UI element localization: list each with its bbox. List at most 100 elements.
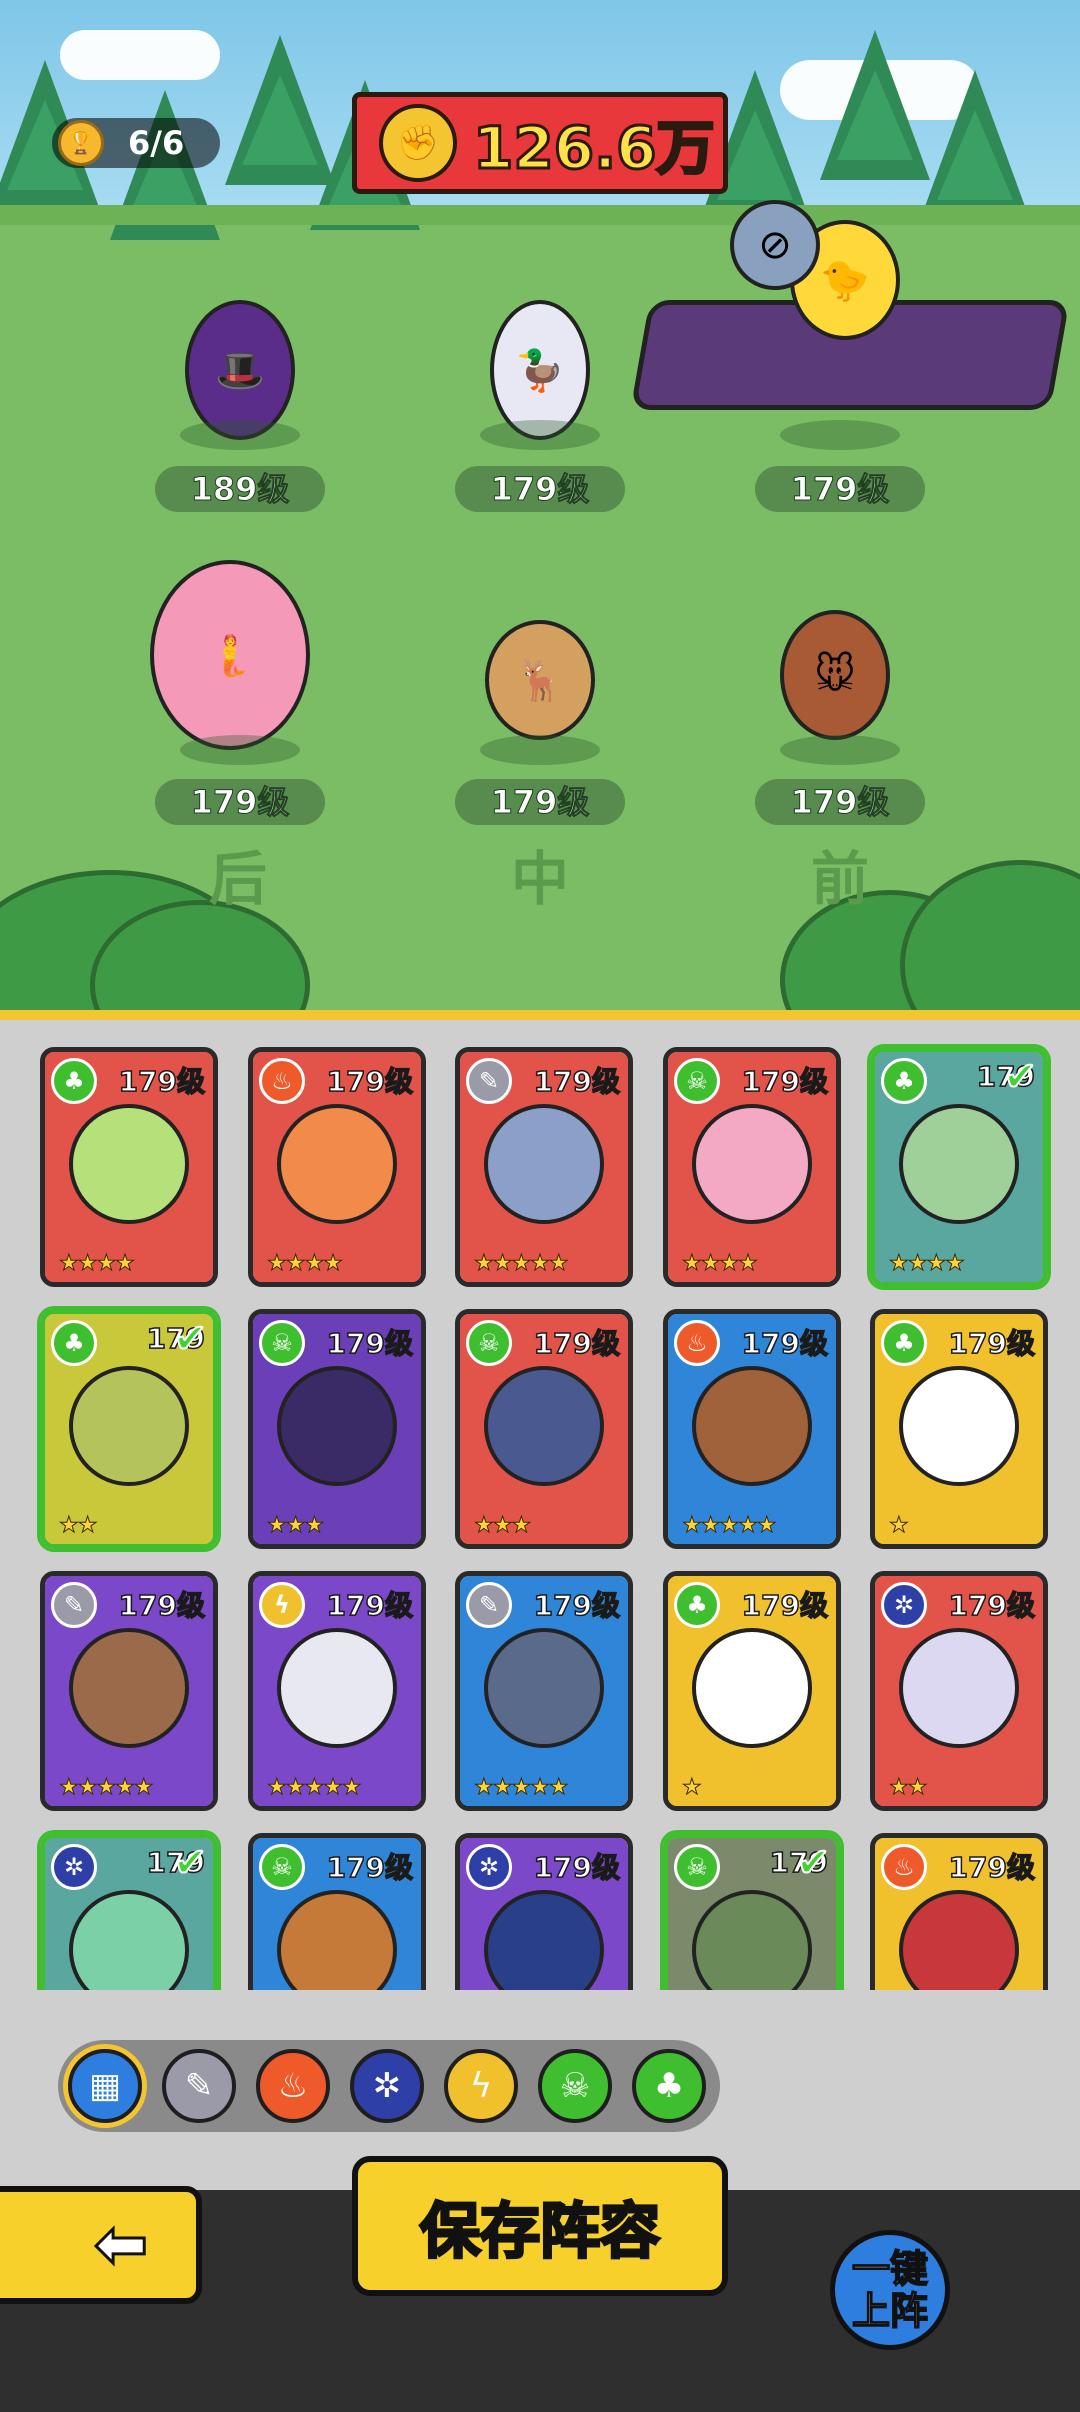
back-button[interactable]: ⬅ — [0, 2186, 202, 2304]
filter-ice-button[interactable]: ✲ — [350, 2049, 424, 2123]
hero-deer-candy[interactable]: 🦌 — [485, 620, 595, 740]
selected-check-icon: ✔ — [1002, 1053, 1037, 1101]
slot-shadow — [780, 735, 900, 765]
star-rating: ★★★★ — [889, 1251, 966, 1277]
slot-shadow — [180, 420, 300, 450]
hero-plague-doctor[interactable]: 🎩 — [185, 300, 295, 440]
hero-card[interactable]: ✎ 179级 ★★★★★ — [40, 1571, 218, 1811]
star-rating: ★★★★★ — [267, 1775, 363, 1801]
hero-card[interactable]: ✲ 179级 ★★ — [870, 1571, 1048, 1811]
back-arrow-icon: ⬅ — [93, 2207, 150, 2284]
hero-card[interactable]: ♨ 179级 ★★★★★ — [663, 1309, 841, 1549]
hero-card[interactable]: ϟ 179级 ★★★★★ — [248, 1571, 426, 1811]
hero-level: 179级 — [326, 1326, 414, 1361]
hero-portrait — [69, 1104, 189, 1224]
filter-blade-button[interactable]: ✎ — [162, 2049, 236, 2123]
shield-icon: ⊘ — [730, 200, 820, 290]
hero-portrait — [484, 1628, 604, 1748]
element-filter-bar: ▦ ✎ ♨ ✲ ϟ ☠ ♣ — [58, 2040, 720, 2132]
filter-lightning-button[interactable]: ϟ — [444, 2049, 518, 2123]
nature-element-icon: ♣ — [881, 1320, 927, 1366]
star-rating: ★★ — [58, 1513, 97, 1539]
slot-shadow — [780, 420, 900, 450]
slot-level: 179级 — [755, 779, 925, 825]
tree — [920, 70, 1030, 220]
ice-element-icon: ✲ — [51, 1844, 97, 1890]
hero-portrait — [899, 1366, 1019, 1486]
filter-all-button[interactable]: ▦ — [68, 2049, 142, 2123]
slot-level: 179级 — [455, 779, 625, 825]
hero-card[interactable]: ✎ 179级 ★★★★★ — [455, 1571, 633, 1811]
star-rating: ★★★★★ — [474, 1775, 570, 1801]
filter-poison-button[interactable]: ☠ — [538, 2049, 612, 2123]
nature-icon: ♣ — [653, 2066, 685, 2106]
fire-element-icon: ♨ — [259, 1058, 305, 1104]
hero-grid[interactable]: ♣ 179级 ★★★★ ♨ 179级 ★★★★ ✎ 179级 ★★★★★ ☠ 179级 ★★★★ ♣ 17… — [0, 1015, 1080, 1990]
ice-icon: ✲ — [372, 2066, 402, 2106]
all-icon: ▦ — [88, 2066, 122, 2106]
filter-fire-button[interactable]: ♨ — [256, 2049, 330, 2123]
row-label-middle: 中 — [510, 845, 569, 913]
hero-card[interactable]: ♣ 179级 ★ — [663, 1571, 841, 1811]
hero-card[interactable]: ✲ 179级 — [455, 1833, 633, 1990]
hero-card[interactable]: ♣ 179 ★★★★ ✔ — [870, 1047, 1048, 1287]
slot-level: 189级 — [155, 466, 325, 512]
hero-card[interactable]: ✲ 179 ✔ — [40, 1833, 218, 1990]
auto-deploy-label: 一键 上阵 — [851, 2247, 929, 2333]
selected-check-icon: ✔ — [172, 1839, 207, 1887]
bush — [900, 860, 1080, 1015]
power-banner: ✊ 126.6万 — [352, 92, 728, 194]
fire-element-icon: ♨ — [881, 1844, 927, 1890]
hero-level: 179级 — [741, 1064, 829, 1099]
hero-card[interactable]: ☠ 179级 ★★★ — [455, 1309, 633, 1549]
nature-element-icon: ♣ — [881, 1058, 927, 1104]
hero-card[interactable]: ♣ 179 ★★ ✔ — [40, 1309, 218, 1549]
star-rating: ★★★★ — [267, 1251, 344, 1277]
star-rating: ★★★★★ — [682, 1513, 778, 1539]
poison-element-icon: ☠ — [674, 1058, 720, 1104]
hero-portrait — [277, 1104, 397, 1224]
poison-element-icon: ☠ — [674, 1844, 720, 1890]
save-lineup-button[interactable]: 保存阵容 — [352, 2156, 728, 2296]
battlefield: 🎩 189级 🦆 179级 🐤 ⊘ 179级 🧜 179级 🦌 179级 🐭 1… — [0, 0, 1080, 1015]
hero-card[interactable]: ☠ 179 ✔ — [663, 1833, 841, 1990]
hero-portrait — [899, 1104, 1019, 1224]
hero-card[interactable]: ☠ 179级 ★★★★ — [663, 1047, 841, 1287]
star-rating: ★ — [682, 1775, 703, 1801]
selected-check-icon: ✔ — [795, 1839, 830, 1887]
hero-card[interactable]: ♣ 179级 ★ — [870, 1309, 1048, 1549]
hero-rat-rogue[interactable]: 🐭 — [780, 610, 890, 740]
hero-portrait — [692, 1628, 812, 1748]
fire-element-icon: ♨ — [674, 1320, 720, 1366]
slot-level: 179级 — [755, 466, 925, 512]
hero-mermaid[interactable]: 🧜 — [150, 560, 310, 750]
ice-element-icon: ✲ — [466, 1844, 512, 1890]
hero-duck-explorer[interactable]: 🦆 — [490, 300, 590, 440]
auto-deploy-button[interactable]: 一键 上阵 — [830, 2230, 950, 2350]
hero-level: 179级 — [533, 1588, 621, 1623]
hero-level: 179级 — [741, 1326, 829, 1361]
slot-level: 179级 — [455, 466, 625, 512]
filter-nature-button[interactable]: ♣ — [632, 2049, 706, 2123]
hero-card[interactable]: ♨ 179级 ★★★★ — [248, 1047, 426, 1287]
hero-level: 179级 — [118, 1588, 206, 1623]
slot-shadow — [480, 420, 600, 450]
hero-card[interactable]: ☠ 179级 — [248, 1833, 426, 1990]
hero-card[interactable]: ♨ 179级 — [870, 1833, 1048, 1990]
hero-portrait — [277, 1366, 397, 1486]
blade-icon: ✎ — [184, 2066, 214, 2106]
auto-deploy-label-line2: 上阵 — [851, 2289, 929, 2333]
star-rating: ★★★★★ — [474, 1251, 570, 1277]
star-rating: ★★★ — [266, 1513, 324, 1539]
team-count-badge: 🏆 6/6 — [52, 118, 220, 168]
hero-card[interactable]: ♣ 179级 ★★★★ — [40, 1047, 218, 1287]
hero-level: 179级 — [948, 1850, 1036, 1885]
hero-level: 179级 — [118, 1064, 206, 1099]
hero-portrait — [484, 1366, 604, 1486]
hero-level: 179级 — [533, 1064, 621, 1099]
hero-card[interactable]: ✎ 179级 ★★★★★ — [455, 1047, 633, 1287]
fist-icon: ✊ — [379, 104, 457, 182]
lightning-element-icon: ϟ — [259, 1582, 305, 1628]
poison-element-icon: ☠ — [259, 1320, 305, 1366]
hero-card[interactable]: ☠ 179级 ★★★ — [248, 1309, 426, 1549]
